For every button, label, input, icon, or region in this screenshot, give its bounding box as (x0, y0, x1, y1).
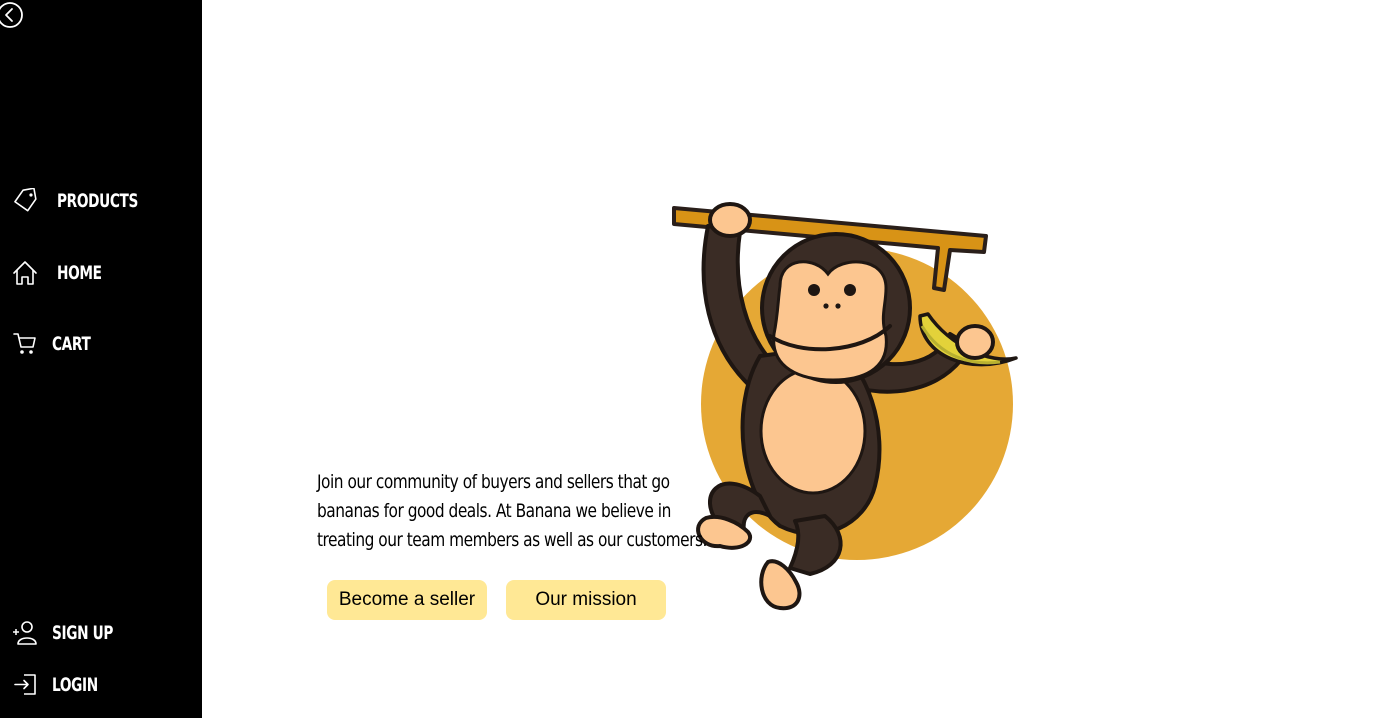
sidebar-item-home[interactable]: HOME (12, 260, 119, 286)
our-mission-button[interactable]: Our mission (506, 580, 666, 620)
tag-icon (14, 188, 37, 212)
sidebar-item-cart[interactable]: CART (12, 331, 105, 357)
cart-icon (13, 333, 36, 354)
chevron-left-circle-icon[interactable] (0, 1, 24, 29)
sidebar-item-label: LOGIN (52, 674, 98, 696)
hero-tagline: Join our community of buyers and sellers… (317, 471, 707, 551)
sidebar-item-label: PRODUCTS (57, 190, 138, 212)
hero-section: Join our community of buyers and sellers… (202, 0, 1385, 718)
login-icon (14, 674, 36, 695)
sidebar: PRODUCTS HOME CART SIGN UP LOGIN (0, 0, 202, 718)
home-icon (13, 261, 37, 285)
sidebar-item-products[interactable]: PRODUCTS (12, 188, 170, 214)
sidebar-item-sign-up[interactable]: SIGN UP (12, 620, 137, 646)
become-seller-button[interactable]: Become a seller (327, 580, 487, 620)
sidebar-item-login[interactable]: LOGIN (12, 672, 116, 698)
sidebar-item-label: HOME (57, 262, 102, 284)
sidebar-item-label: CART (52, 333, 91, 355)
add-user-icon (13, 621, 37, 645)
sidebar-item-label: SIGN UP (52, 622, 113, 644)
